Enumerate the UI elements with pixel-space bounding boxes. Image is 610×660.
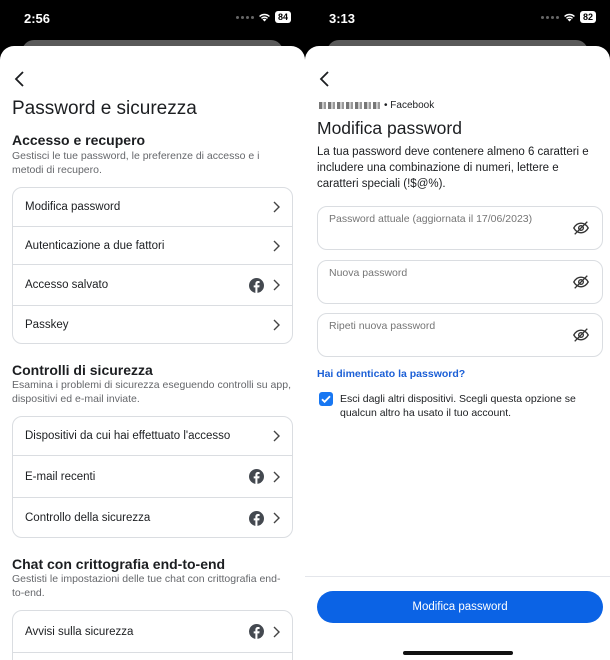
eye-off-icon[interactable] — [572, 326, 590, 344]
menu-item-passkey[interactable]: Passkey — [13, 305, 292, 344]
signal-icon — [540, 15, 559, 19]
menu-item-two-factor[interactable]: Autenticazione a due fattori — [13, 226, 292, 264]
chevron-right-icon — [273, 319, 280, 331]
menu-item-saved-login[interactable]: Accesso salvato — [13, 264, 292, 305]
repeat-password-field[interactable] — [317, 313, 603, 357]
access-recovery-card: Modifica password Autenticazione a due f… — [12, 187, 293, 344]
menu-item-more[interactable] — [13, 652, 292, 660]
section-title: Chat con crittografia end-to-end — [12, 556, 226, 572]
signal-icon — [235, 15, 254, 19]
home-indicator — [403, 651, 513, 655]
wifi-icon — [564, 13, 575, 22]
chevron-right-icon — [273, 626, 280, 637]
status-time: 3:13 — [329, 11, 356, 26]
change-password-button[interactable]: Modifica password — [317, 591, 603, 623]
account-brand: • Facebook — [319, 100, 434, 111]
back-arrow-icon[interactable] — [317, 70, 333, 88]
security-checks-card: Dispositivi da cui hai effettuato l'acce… — [12, 416, 293, 538]
forgot-password-link[interactable]: Hai dimenticato la password? — [317, 368, 465, 380]
e2e-chat-card: Avvisi sulla sicurezza — [12, 610, 293, 660]
settings-sheet: Password e sicurezza Accesso e recupero … — [0, 46, 305, 660]
menu-item-security-checkup[interactable]: Controllo della sicurezza — [13, 497, 292, 538]
logout-others-checkbox[interactable] — [319, 392, 333, 406]
section-title: Accesso e recupero — [12, 132, 146, 148]
facebook-icon — [249, 510, 264, 526]
chevron-right-icon — [273, 512, 280, 524]
change-password-sheet: • Facebook Modifica password La tua pass… — [305, 46, 610, 660]
chevron-right-icon — [273, 201, 280, 213]
section-description: Esamina i problemi di sicurezza eseguend… — [12, 379, 291, 405]
section-description: Gestisti le impostazioni delle tue chat … — [12, 573, 281, 599]
status-bar: 3:13 82 — [305, 0, 610, 36]
page-title: Password e sicurezza — [12, 98, 197, 119]
battery-indicator: 82 — [579, 11, 596, 23]
back-arrow-icon[interactable] — [12, 70, 28, 88]
facebook-icon — [249, 469, 264, 484]
battery-indicator: 84 — [274, 11, 291, 23]
blurred-username — [319, 102, 381, 109]
menu-item-recent-emails[interactable]: E-mail recenti — [13, 455, 292, 497]
new-password-input[interactable] — [318, 261, 602, 303]
current-password-field[interactable] — [317, 206, 603, 250]
facebook-icon — [249, 277, 264, 293]
repeat-password-input[interactable] — [318, 314, 602, 356]
facebook-icon — [249, 624, 264, 639]
status-time: 2:56 — [24, 11, 51, 26]
menu-item-security-alerts[interactable]: Avvisi sulla sicurezza — [13, 611, 292, 652]
logout-others-label: Esci dagli altri dispositivi. Scegli que… — [340, 393, 576, 419]
chevron-right-icon — [273, 430, 280, 442]
chevron-right-icon — [273, 240, 280, 251]
wifi-icon — [259, 13, 270, 22]
password-requirements: La tua password deve contenere almeno 6 … — [317, 146, 589, 190]
status-bar: 2:56 84 — [0, 0, 305, 36]
menu-item-logged-devices[interactable]: Dispositivi da cui hai effettuato l'acce… — [13, 417, 292, 455]
left-screen: 2:56 84 Password e sicurezza Accesso e r… — [0, 0, 305, 660]
eye-off-icon[interactable] — [572, 273, 590, 291]
current-password-input[interactable] — [318, 207, 602, 249]
menu-item-change-password[interactable]: Modifica password — [13, 188, 292, 226]
divider — [305, 576, 610, 577]
checkmark-icon — [321, 395, 331, 404]
eye-off-icon[interactable] — [572, 219, 590, 237]
page-title: Modifica password — [317, 118, 462, 138]
chevron-right-icon — [273, 471, 280, 482]
right-screen: 3:13 82 • Facebook Modifica password La … — [305, 0, 610, 660]
section-title: Controlli di sicurezza — [12, 362, 153, 378]
chevron-right-icon — [273, 279, 280, 291]
section-description: Gestisci le tue password, le preferenze … — [12, 150, 260, 176]
new-password-field[interactable] — [317, 260, 603, 304]
